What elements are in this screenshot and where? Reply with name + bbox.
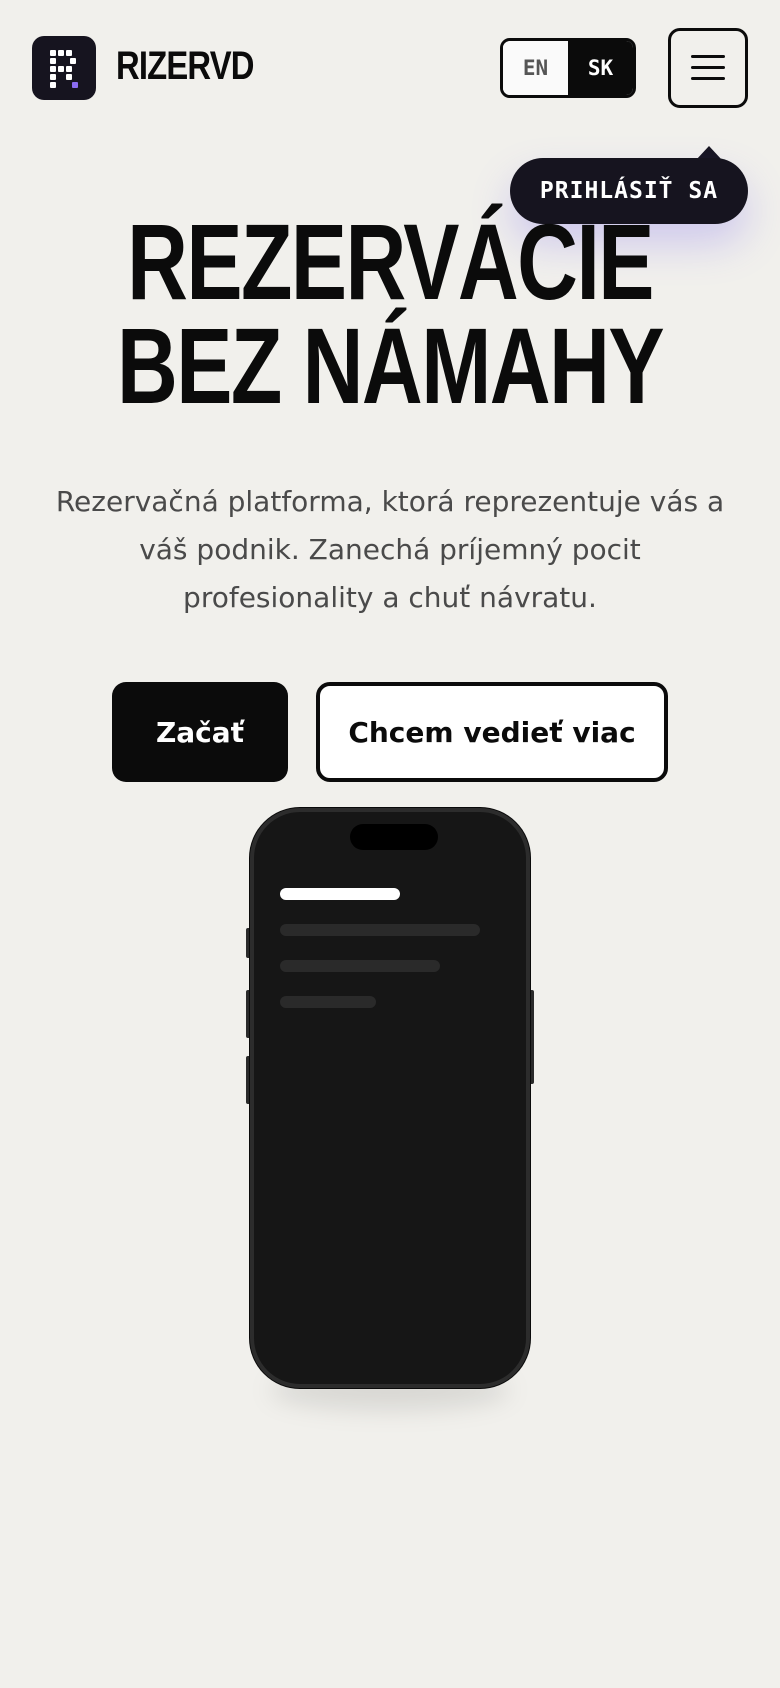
start-button[interactable]: Začať xyxy=(112,682,288,782)
hero-title-line-1: REZERVÁCIE xyxy=(127,201,654,322)
hero-subtitle: Rezervačná platforma, ktorá reprezentuje… xyxy=(55,485,725,614)
logo-icon[interactable] xyxy=(32,36,96,100)
lang-option-en[interactable]: EN xyxy=(503,41,568,95)
phone-notch xyxy=(350,824,438,850)
hero-title: REZERVÁCIE BEZ NÁMAHY xyxy=(0,201,780,426)
phone-placeholder-line xyxy=(280,996,376,1008)
language-switcher[interactable]: EN SK xyxy=(500,38,636,98)
phone-placeholder-title xyxy=(280,888,400,900)
phone-placeholder-line xyxy=(280,960,440,972)
phone-mockup xyxy=(250,808,530,1388)
hero-title-line-2: BEZ NÁMAHY xyxy=(117,305,665,426)
lang-option-sk[interactable]: SK xyxy=(568,41,633,95)
menu-button[interactable] xyxy=(668,28,748,108)
brand-name[interactable]: RIZERVD xyxy=(116,44,254,89)
phone-placeholder-line xyxy=(280,924,480,936)
learn-more-button[interactable]: Chcem vedieť viac xyxy=(316,682,668,782)
